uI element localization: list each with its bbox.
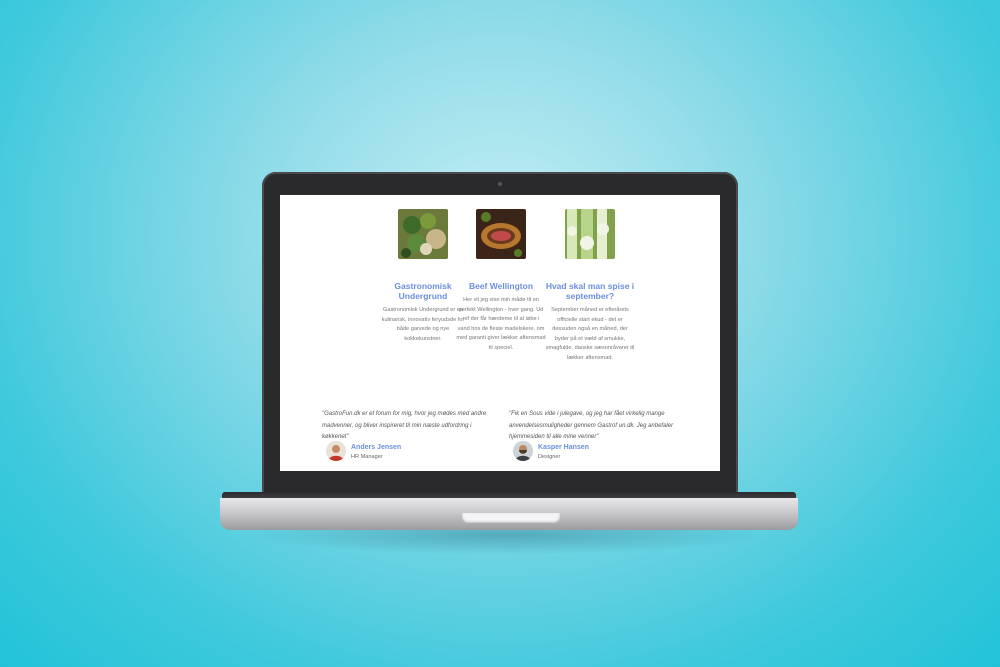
testimonial-quote: "GastroFun.dk er et forum for mig, hvor … [322,411,487,440]
recipe-cards: Gastronomisk Undergrund Gastronomisk Und… [280,209,720,379]
testimonial-quote: "Fik en Sous vide i julegave, og jeg har… [509,411,674,440]
webcam [498,182,502,186]
author-role: Designer [538,454,561,460]
card-description: Gastronomisk Undergrund er en kulinarisk… [381,307,465,342]
testimonial-author: Anders Jensen HR Manager [326,441,486,463]
card-description: Her vil jeg vise min måde til en perfekt… [456,297,546,351]
leek-icon[interactable] [565,209,615,259]
testimonial-author: Kasper Hansen Designer [513,441,673,463]
testimonial: "GastroFun.dk er et forum for mig, hvor … [322,409,488,461]
laptop-screen: Gastronomisk Undergrund Gastronomisk Und… [280,195,720,471]
recipe-card[interactable]: Hvad skal man spise i september? Septemb… [545,209,635,363]
card-description: September måned er efterårets officielle… [545,307,635,361]
author-name: Kasper Hansen [538,444,589,451]
vegetables-icon[interactable] [398,209,448,259]
laptop-lid: Gastronomisk Undergrund Gastronomisk Und… [262,172,738,500]
beef-wellington-icon[interactable] [476,209,526,259]
author-role: HR Manager [351,454,383,460]
testimonial: "Fik en Sous vide i julegave, og jeg har… [509,409,675,461]
author-name: Anders Jensen [351,444,402,451]
avatar-icon [513,441,533,461]
card-title[interactable]: Hvad skal man spise i september? [545,281,635,301]
card-title[interactable]: Gastronomisk Undergrund [378,281,468,301]
recipe-card[interactable]: Gastronomisk Undergrund Gastronomisk Und… [378,209,468,344]
recipe-card[interactable]: Beef Wellington Her vil jeg vise min måd… [456,209,546,353]
card-title[interactable]: Beef Wellington [456,281,546,291]
avatar-icon [326,441,346,461]
lid-opening-notch [462,513,560,523]
